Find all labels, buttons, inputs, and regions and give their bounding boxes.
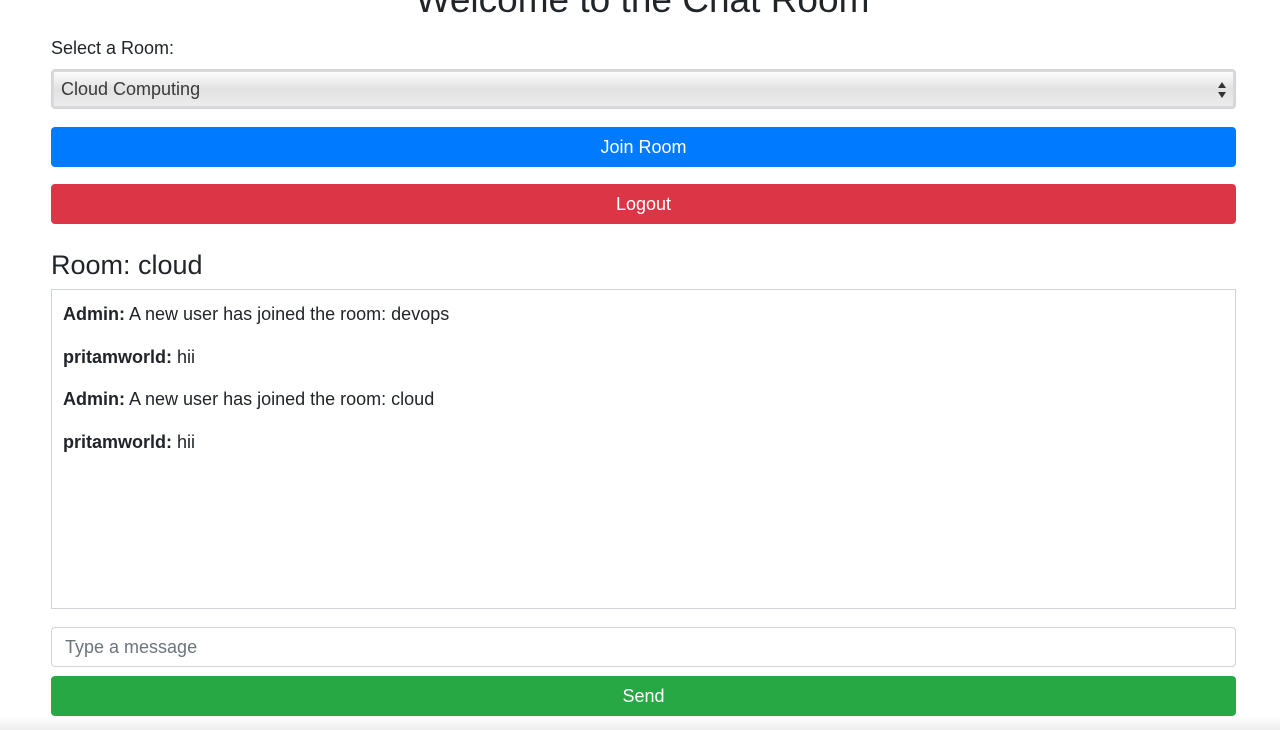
chat-page: Welcome to the Chat Room Select a Room: … <box>0 0 1280 730</box>
message-item: pritamworld: hii <box>63 345 1224 369</box>
join-room-button[interactable]: Join Room <box>51 127 1236 167</box>
message-list[interactable]: Admin: A new user has joined the room: d… <box>51 289 1236 609</box>
message-sender: Admin: <box>63 389 125 410</box>
page-title: Welcome to the Chat Room <box>0 0 1280 22</box>
room-select[interactable]: Cloud Computing <box>51 69 1236 109</box>
message-input[interactable] <box>51 627 1236 667</box>
message-sender: pritamworld: <box>63 346 173 367</box>
bottom-shadow <box>0 716 1280 730</box>
message-item: pritamworld: hii <box>63 430 1224 454</box>
message-text: hii <box>177 346 196 367</box>
send-button[interactable]: Send <box>51 676 1236 716</box>
message-sender: Admin: <box>63 304 125 324</box>
message-sender: pritamworld: <box>63 431 173 452</box>
logout-button[interactable]: Logout <box>51 184 1236 224</box>
message-text: A new user has joined the room: devops <box>129 304 450 324</box>
message-text: A new user has joined the room: cloud <box>129 389 435 410</box>
room-select-label: Select a Room: <box>51 38 175 58</box>
message-item: Admin: A new user has joined the room: d… <box>63 302 1224 326</box>
room-heading: Room: cloud <box>51 250 203 280</box>
room-select-value: Cloud Computing <box>61 78 201 99</box>
select-arrows-icon <box>1218 82 1226 98</box>
message-item: Admin: A new user has joined the room: c… <box>63 387 1224 411</box>
message-text: hii <box>177 431 196 452</box>
